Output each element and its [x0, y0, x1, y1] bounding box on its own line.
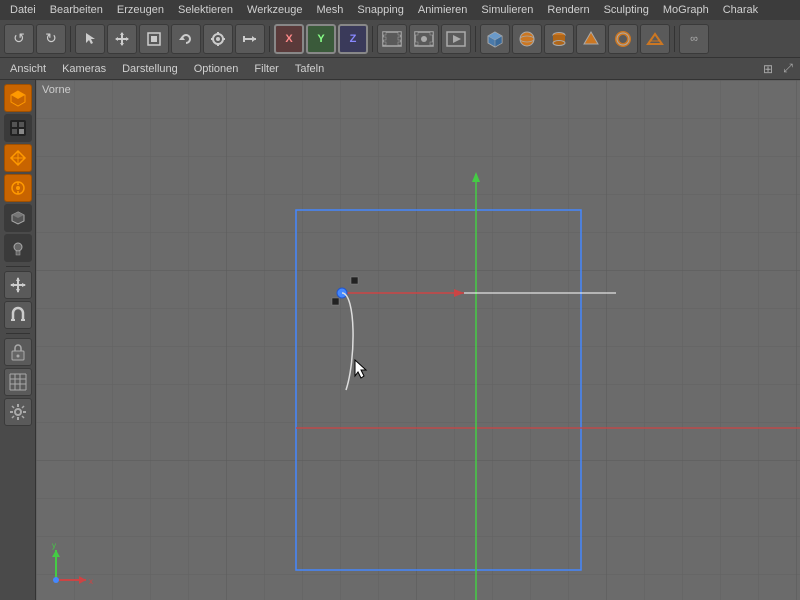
render-settings-button[interactable]: ∞ — [679, 24, 709, 54]
sidebar-cog-button[interactable] — [4, 398, 32, 426]
subtoolbar-optionen[interactable]: Optionen — [188, 62, 245, 76]
toolbar-separator-4 — [475, 26, 476, 52]
menubar-item-mograph[interactable]: MoGraph — [657, 3, 715, 17]
mode-rotate-button[interactable] — [171, 24, 201, 54]
menubar-item-selektieren[interactable]: Selektieren — [172, 3, 239, 17]
object-cylinder-button[interactable] — [544, 24, 574, 54]
expand-icon[interactable]: ⤢ — [780, 61, 796, 77]
menubar: DateiBearbeitenErzeugenSelektierenWerkze… — [0, 0, 800, 20]
sidebar-render-mode-button[interactable] — [4, 114, 32, 142]
sidebar-separator-2 — [6, 333, 30, 334]
mode-select-button[interactable] — [75, 24, 105, 54]
axis-z-button[interactable]: Z — [338, 24, 368, 54]
sidebar — [0, 80, 36, 600]
sidebar-light-button[interactable] — [4, 234, 32, 262]
mode-arrow-button[interactable] — [235, 24, 265, 54]
layout-icon[interactable]: ⊞ — [760, 61, 776, 77]
toolbar-separator-1 — [70, 26, 71, 52]
sidebar-lock-button[interactable] — [4, 338, 32, 366]
sidebar-cube-button[interactable] — [4, 204, 32, 232]
toolbar-separator-5 — [674, 26, 675, 52]
menubar-item-erzeugen[interactable]: Erzeugen — [111, 3, 170, 17]
sidebar-object-mode-button[interactable] — [4, 84, 32, 112]
object-special1-button[interactable] — [576, 24, 606, 54]
sidebar-grid-button[interactable] — [4, 368, 32, 396]
axis-indicator: x y — [46, 540, 96, 590]
keyframe-button[interactable] — [409, 24, 439, 54]
redo-button[interactable]: ↻ — [36, 24, 66, 54]
playback-button[interactable] — [441, 24, 471, 54]
subtoolbar-ansicht[interactable]: Ansicht — [4, 62, 52, 76]
mode-move-button[interactable] — [107, 24, 137, 54]
subtoolbar-filter[interactable]: Filter — [248, 62, 284, 76]
menubar-item-charak[interactable]: Charak — [717, 3, 764, 17]
menubar-item-bearbeiten[interactable]: Bearbeiten — [44, 3, 109, 17]
subtoolbar-kameras[interactable]: Kameras — [56, 62, 112, 76]
menubar-item-rendern[interactable]: Rendern — [541, 3, 595, 17]
svg-text:x: x — [89, 577, 93, 586]
viewport[interactable]: Vorne x y — [36, 80, 800, 600]
menubar-item-sculpting[interactable]: Sculpting — [598, 3, 655, 17]
toolbar: ↺ ↻ — [0, 20, 800, 58]
subtoolbar-right: ⊞ ⤢ — [760, 61, 796, 77]
subtoolbar-darstellung[interactable]: Darstellung — [116, 62, 184, 76]
main-area: Vorne x y — [0, 80, 800, 600]
filmstrip-button[interactable] — [377, 24, 407, 54]
sidebar-magnet-button[interactable] — [4, 301, 32, 329]
mode-lock-button[interactable] — [203, 24, 233, 54]
menubar-item-mesh[interactable]: Mesh — [310, 3, 349, 17]
menubar-item-datei[interactable]: Datei — [4, 3, 42, 17]
menubar-item-simulieren[interactable]: Simulieren — [475, 3, 539, 17]
axis-y-button[interactable]: Y — [306, 24, 336, 54]
toolbar-separator-2 — [269, 26, 270, 52]
mode-scale-button[interactable] — [139, 24, 169, 54]
object-torus-button[interactable] — [608, 24, 638, 54]
object-plane-button[interactable] — [640, 24, 670, 54]
sidebar-separator-1 — [6, 266, 30, 267]
sidebar-mesh-button[interactable] — [4, 144, 32, 172]
object-sphere-button[interactable] — [512, 24, 542, 54]
toolbar-separator-3 — [372, 26, 373, 52]
undo-button[interactable]: ↺ — [4, 24, 34, 54]
axis-x-button[interactable]: X — [274, 24, 304, 54]
object-cube-button[interactable] — [480, 24, 510, 54]
sidebar-scene-button[interactable] — [4, 174, 32, 202]
svg-text:y: y — [52, 541, 56, 550]
menubar-item-snapping[interactable]: Snapping — [351, 3, 410, 17]
sidebar-move-button[interactable] — [4, 271, 32, 299]
menubar-item-werkzeuge[interactable]: Werkzeuge — [241, 3, 308, 17]
menubar-item-animieren[interactable]: Animieren — [412, 3, 474, 17]
subtoolbar: Ansicht Kameras Darstellung Optionen Fil… — [0, 58, 800, 80]
subtoolbar-tafeln[interactable]: Tafeln — [289, 62, 330, 76]
